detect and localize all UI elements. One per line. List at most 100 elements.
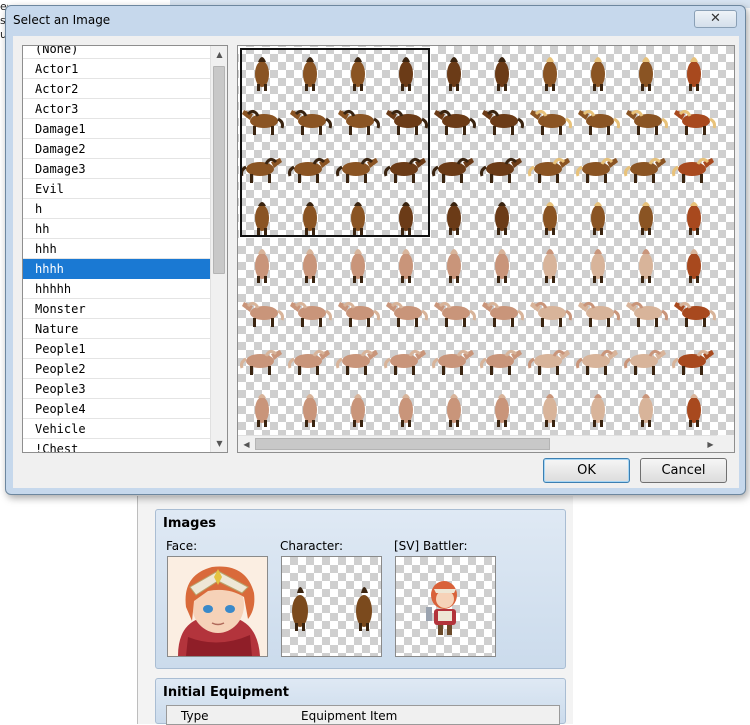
list-item[interactable]: h: [23, 199, 212, 219]
list-item[interactable]: People3: [23, 379, 212, 399]
list-item[interactable]: People1: [23, 339, 212, 359]
chevron-left-icon: ◀: [243, 440, 250, 449]
image-file-list[interactable]: (None) Actor1 Actor2 Actor3 Damage1 Damage2 Da…: [22, 45, 228, 453]
images-group-title: Images: [163, 516, 217, 531]
close-icon: ✕: [710, 11, 721, 26]
list-item[interactable]: hh: [23, 219, 212, 239]
list-item[interactable]: Nature: [23, 319, 212, 339]
horse-sprite-cell: [670, 46, 718, 94]
list-item[interactable]: hhhhh: [23, 279, 212, 299]
horse-sprite-cell: [622, 190, 670, 238]
horse-sprite-cell: [670, 382, 718, 430]
list-item[interactable]: People4: [23, 399, 212, 419]
dialog-title: Select an Image: [13, 13, 111, 27]
horse-sprite-cell: [622, 142, 670, 190]
horse-sprite-cell: [526, 94, 574, 142]
horse-sprite-cell: [670, 94, 718, 142]
character-image-box[interactable]: [281, 556, 382, 657]
horse-sprite-cell: [430, 334, 478, 382]
list-item[interactable]: (None): [23, 46, 212, 59]
list-item[interactable]: Actor2: [23, 79, 212, 99]
scroll-left-button[interactable]: ◀: [238, 436, 255, 452]
equipment-table-header: Type Equipment Item: [166, 705, 560, 725]
horse-sprite-cell: [526, 142, 574, 190]
horse-sprite-cell: [526, 334, 574, 382]
battler-image-box[interactable]: [395, 556, 496, 657]
select-image-dialog: Select an Image ✕ (None) Actor1 Actor2 Acto…: [5, 5, 746, 495]
horse-sprite-cell: [622, 382, 670, 430]
horse-sprite-cell: [286, 382, 334, 430]
list-vertical-scrollbar[interactable]: ▲ ▼: [210, 46, 227, 452]
horse-sprite-cell: [430, 286, 478, 334]
horse-sprite-cell: [526, 382, 574, 430]
list-item[interactable]: Vehicle: [23, 419, 212, 439]
horse-sprite-cell: [478, 190, 526, 238]
column-header-equipment-item[interactable]: Equipment Item: [301, 709, 397, 723]
image-file-list-items: (None) Actor1 Actor2 Actor3 Damage1 Damage2 Da…: [23, 46, 212, 452]
image-preview-pane[interactable]: ◀ ▶: [237, 45, 735, 453]
chevron-up-icon: ▲: [216, 50, 223, 59]
face-image-box[interactable]: [167, 556, 268, 657]
horse-sprite-cell: [334, 238, 382, 286]
list-item[interactable]: Damage1: [23, 119, 212, 139]
horse-sprite-cell: [430, 190, 478, 238]
chevron-right-icon: ▶: [707, 440, 714, 449]
horse-sprite-cell: [478, 286, 526, 334]
list-item[interactable]: Monster: [23, 299, 212, 319]
horse-sprite-cell: [478, 238, 526, 286]
horse-sprite-cell: [382, 238, 430, 286]
horse-sprite-cell: [430, 238, 478, 286]
list-item[interactable]: !Chest: [23, 439, 212, 452]
list-item[interactable]: Actor1: [23, 59, 212, 79]
horse-sprite-cell: [526, 190, 574, 238]
cancel-button[interactable]: Cancel: [640, 458, 727, 483]
horse-sprite-cell: [430, 94, 478, 142]
horse-sprite-cell: [574, 334, 622, 382]
ok-button[interactable]: OK: [543, 458, 630, 483]
horse-sprite-cell: [478, 142, 526, 190]
horse-sprite-cell: [478, 334, 526, 382]
list-item[interactable]: hhhh: [23, 259, 212, 279]
dialog-client-area: (None) Actor1 Actor2 Actor3 Damage1 Damage2 Da…: [13, 36, 739, 488]
battler-sprite: [426, 581, 457, 635]
selected-character-frame: [239, 47, 431, 238]
scrollbar-corner: [717, 435, 734, 452]
list-item[interactable]: Damage3: [23, 159, 212, 179]
horse-sprite-cell: [238, 286, 286, 334]
horse-sprite-cell: [574, 94, 622, 142]
list-scroll-thumb[interactable]: [213, 66, 225, 274]
horse-sprite-cell: [382, 286, 430, 334]
preview-scroll-thumb[interactable]: [255, 438, 550, 450]
horse-sprite-cell: [238, 382, 286, 430]
battler-label: [SV] Battler:: [394, 539, 468, 553]
list-item[interactable]: People2: [23, 359, 212, 379]
horse-sprite-cell: [622, 46, 670, 94]
horse-sprite-cell: [574, 46, 622, 94]
preview-horizontal-scrollbar[interactable]: ◀ ▶: [238, 435, 719, 452]
horse-sprite-cell: [286, 286, 334, 334]
list-item[interactable]: hhh: [23, 239, 212, 259]
list-item[interactable]: Evil: [23, 179, 212, 199]
column-header-type[interactable]: Type: [181, 709, 209, 723]
scroll-down-button[interactable]: ▼: [211, 435, 227, 452]
horse-sprite-cell: [526, 238, 574, 286]
horse-sprite-cell: [334, 286, 382, 334]
close-button[interactable]: ✕: [694, 10, 737, 28]
horse-sprite-cell: [334, 334, 382, 382]
horse-sprite-cell: [334, 382, 382, 430]
horse-sprite-cell: [574, 382, 622, 430]
horse-sprite-cell: [478, 46, 526, 94]
horse-sprite-cell: [382, 334, 430, 382]
face-label: Face:: [166, 539, 198, 553]
horse-sprite-cell: [670, 286, 718, 334]
list-item[interactable]: Damage2: [23, 139, 212, 159]
dialog-titlebar[interactable]: Select an Image ✕: [6, 6, 745, 34]
horse-sprite-cell: [238, 334, 286, 382]
horse-sprite-cell: [430, 142, 478, 190]
horse-sprite-cell: [622, 238, 670, 286]
scroll-up-button[interactable]: ▲: [211, 46, 227, 63]
horse-sprite-cell: [430, 382, 478, 430]
horse-sprite-cell: [382, 382, 430, 430]
character-horse-sprite: [292, 587, 372, 631]
list-item[interactable]: Actor3: [23, 99, 212, 119]
